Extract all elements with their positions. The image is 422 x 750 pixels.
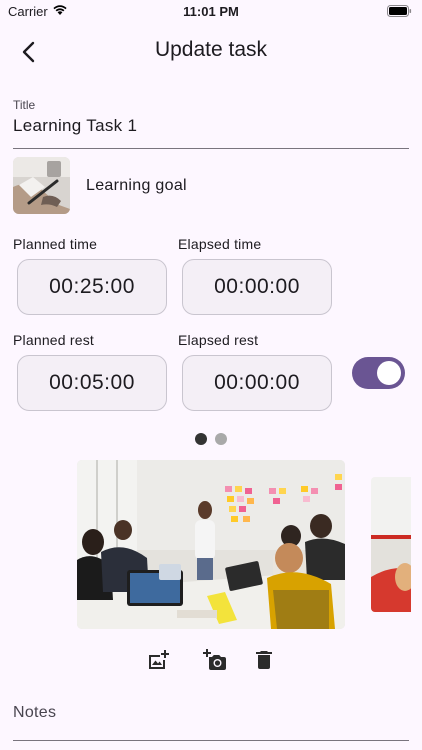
planned-time-label: Planned time <box>13 236 98 252</box>
title-field-label: Title <box>13 98 36 112</box>
delete-photo-button[interactable] <box>252 648 276 672</box>
goal-thumbnail[interactable] <box>13 157 70 214</box>
add-photo-icon <box>149 650 169 669</box>
elapsed-rest-field[interactable]: 00:00:00 <box>182 355 332 411</box>
camera-add-icon <box>203 649 226 670</box>
app-bar: Update task <box>0 28 422 76</box>
planned-rest-field[interactable]: 00:05:00 <box>17 355 167 411</box>
title-field[interactable]: Title Learning Task 1 <box>13 96 409 149</box>
page-dot-inactive[interactable] <box>215 433 227 445</box>
goal-image <box>13 157 70 214</box>
battery-icon <box>387 5 412 17</box>
elapsed-time-label: Elapsed time <box>178 236 262 252</box>
goal-label: Learning goal <box>86 177 187 194</box>
notes-placeholder: Notes <box>13 704 57 721</box>
status-bar: Carrier 11:01 PM <box>0 0 422 24</box>
meeting-photo <box>77 460 345 629</box>
toggle-knob <box>377 361 401 385</box>
elapsed-rest-label: Elapsed rest <box>178 332 259 348</box>
page-title: Update task <box>154 38 268 61</box>
planned-time-field[interactable]: 00:25:00 <box>17 259 167 315</box>
elapsed-time-field[interactable]: 00:00:00 <box>182 259 332 315</box>
carousel-photo-meeting[interactable] <box>77 460 345 629</box>
carousel-photo-next[interactable] <box>371 477 411 612</box>
trash-icon <box>256 651 272 669</box>
add-photo-button[interactable] <box>146 648 170 672</box>
status-time: 11:01 PM <box>183 4 239 19</box>
page-dot-active[interactable] <box>195 433 207 445</box>
title-field-value[interactable]: Learning Task 1 <box>13 116 137 136</box>
next-photo <box>371 477 411 612</box>
notes-field[interactable]: Notes <box>13 700 409 741</box>
rest-toggle[interactable] <box>352 357 405 389</box>
take-photo-button[interactable] <box>203 648 227 672</box>
planned-rest-label: Planned rest <box>13 332 95 348</box>
